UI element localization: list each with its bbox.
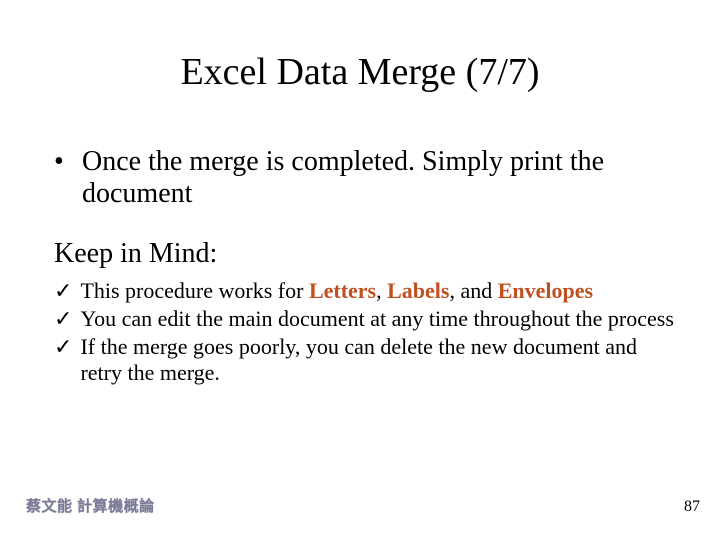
check-item-3: ✓ If the merge goes poorly, you can dele… bbox=[54, 334, 674, 386]
checkmark-icon: ✓ bbox=[54, 334, 72, 360]
check-item-1: ✓ This procedure works for Letters, Labe… bbox=[54, 278, 674, 304]
slide: Excel Data Merge (7/7) • Once the merge … bbox=[0, 0, 720, 540]
checkmark-icon: ✓ bbox=[54, 278, 72, 304]
emph-envelopes: Envelopes bbox=[498, 278, 593, 303]
checkmark-icon: ✓ bbox=[54, 306, 72, 332]
subheading: Keep in Mind: bbox=[54, 238, 674, 270]
check-list: ✓ This procedure works for Letters, Labe… bbox=[54, 278, 674, 386]
page-number: 87 bbox=[684, 498, 700, 516]
check-text-1: This procedure works for Letters, Labels… bbox=[80, 278, 674, 304]
check-text-3: If the merge goes poorly, you can delete… bbox=[80, 334, 674, 386]
sep1: , bbox=[376, 278, 387, 303]
bullet-text-1: Once the merge is completed. Simply prin… bbox=[82, 146, 674, 210]
emph-letters: Letters bbox=[309, 278, 376, 303]
check-item-2: ✓ You can edit the main document at any … bbox=[54, 306, 674, 332]
sep2: , and bbox=[449, 278, 497, 303]
slide-body: • Once the merge is completed. Simply pr… bbox=[54, 146, 674, 388]
emph-labels: Labels bbox=[387, 278, 449, 303]
slide-title: Excel Data Merge (7/7) bbox=[0, 50, 720, 94]
check1-prefix: This procedure works for bbox=[80, 278, 309, 303]
bullet-item-1: • Once the merge is completed. Simply pr… bbox=[54, 146, 674, 210]
footer-author: 蔡文能 計算機概論 bbox=[26, 495, 155, 516]
bullet-dot-icon: • bbox=[54, 146, 72, 178]
check-text-2: You can edit the main document at any ti… bbox=[80, 306, 674, 332]
